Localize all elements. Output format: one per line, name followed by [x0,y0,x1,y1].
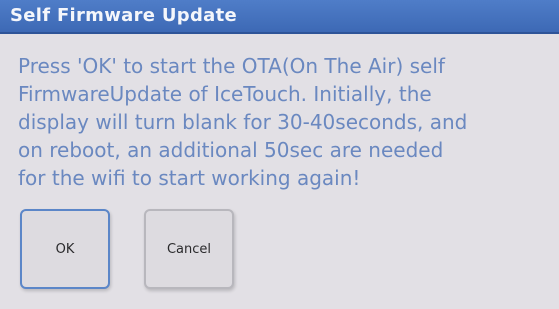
ok-button-label: OK [55,241,75,257]
cancel-button-label: Cancel [166,241,212,257]
cancel-button[interactable]: Cancel [144,209,234,289]
ok-button[interactable]: OK [20,209,110,289]
dialog-body: Press 'OK' to start the OTA(On The Air) … [0,34,559,309]
message-line: FirmwareUpdate of IceTouch. Initially, t… [18,82,432,106]
message-line: on reboot, an additional 50sec are neede… [18,138,444,162]
dialog-title-bar: Self Firmware Update [0,0,559,34]
device-screen: Self Firmware Update Press 'OK' to start… [0,0,559,309]
dialog-message: Press 'OK' to start the OTA(On The Air) … [18,52,548,192]
dialog-title: Self Firmware Update [10,5,238,26]
message-line: Press 'OK' to start the OTA(On The Air) … [18,54,445,78]
message-line: for the wifi to start working again! [18,166,361,190]
message-line: display will turn blank for 30-40seconds… [18,110,468,134]
